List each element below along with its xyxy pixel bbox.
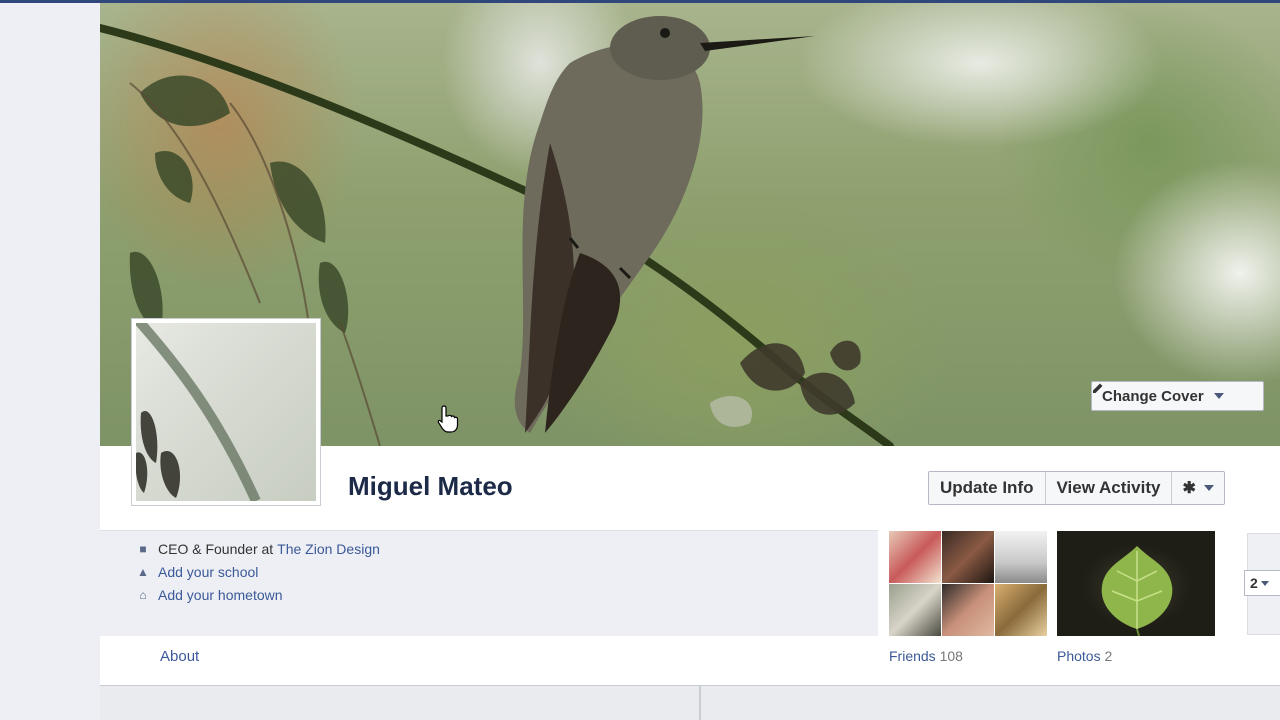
chevron-down-icon [1203,485,1214,491]
view-activity-label: View Activity [1056,478,1161,497]
profile-picture[interactable] [131,318,321,506]
timeline-divider [699,686,701,720]
settings-button[interactable]: ✱ [1172,472,1223,504]
friends-caption[interactable]: Friends 108 [889,648,963,664]
profile-actions: Update Info View Activity ✱ [928,471,1225,505]
friend-photo [942,584,994,636]
add-school-link[interactable]: Add your school [158,564,258,580]
more-apps-button[interactable]: 2 [1244,570,1280,596]
friend-photo [889,531,941,583]
work-role: CEO & Founder at [158,541,274,557]
hometown-row: ⌂ Add your hometown [136,587,283,603]
pencil-icon [1093,383,1103,393]
leaf-photo [1101,546,1173,636]
friend-photo [942,531,994,583]
chevron-down-icon [1260,580,1269,586]
photos-count: 2 [1104,648,1113,664]
profile-illustration [136,323,261,501]
change-cover-button[interactable]: Change Cover [1091,381,1264,411]
house-icon: ⌂ [139,588,147,602]
briefcase-icon: ■ [139,542,147,556]
friend-photo [889,584,941,636]
school-row: ▲ Add your school [136,564,258,580]
friend-photo [995,531,1047,583]
work-row: ■ CEO & Founder at The Zion Design [136,541,380,557]
friends-count: 108 [939,648,963,664]
friends-label: Friends [889,648,936,664]
more-apps-count: 2 [1250,575,1258,591]
left-background [0,3,100,720]
change-cover-label: Change Cover [1102,387,1204,405]
profile-picture-image [136,323,316,501]
work-company-link[interactable]: The Zion Design [277,541,380,557]
about-link[interactable]: About [160,648,199,665]
graduation-cap-icon: ▲ [137,565,149,579]
photos-thumbnail[interactable] [1057,531,1215,636]
profile-name[interactable]: Miguel Mateo [348,471,513,502]
view-activity-button[interactable]: View Activity [1046,472,1173,504]
photos-caption[interactable]: Photos 2 [1057,648,1112,664]
gear-icon: ✱ [1182,480,1196,497]
chevron-down-icon [1213,393,1224,399]
friend-photo [995,584,1047,636]
update-info-button[interactable]: Update Info [929,472,1046,504]
add-hometown-link[interactable]: Add your hometown [158,587,283,603]
friends-thumbnail[interactable] [889,531,1047,636]
photos-label: Photos [1057,648,1101,664]
update-info-label: Update Info [940,478,1034,497]
hand-cursor-icon [437,405,459,433]
